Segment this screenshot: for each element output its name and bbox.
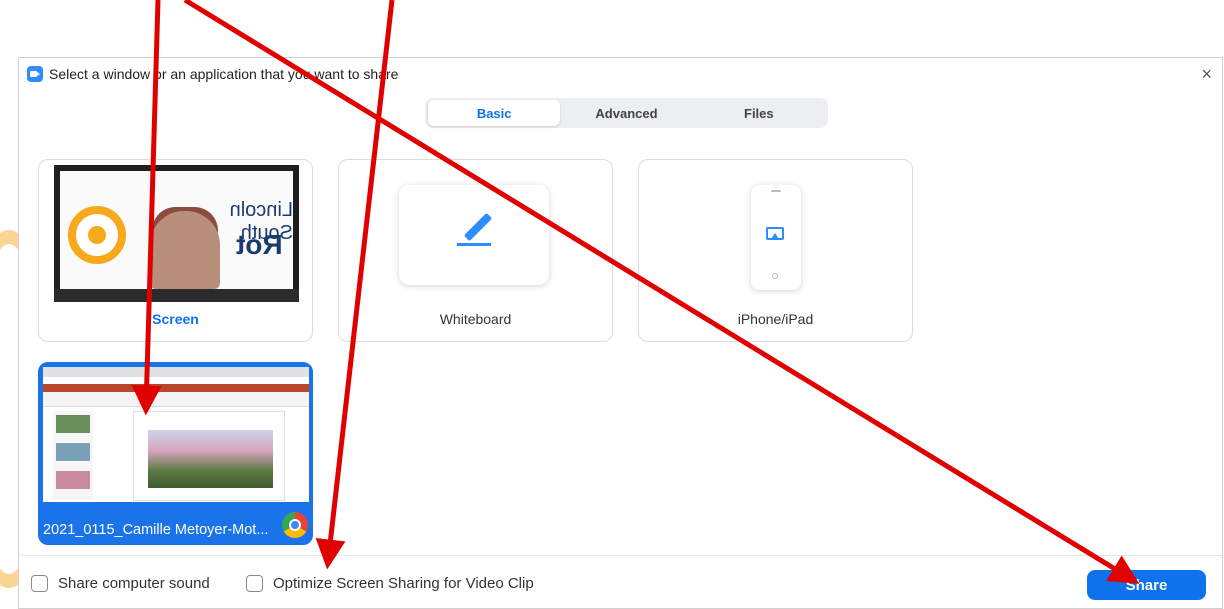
tab-basic[interactable]: Basic [428,100,561,126]
optimize-video-option[interactable]: Optimize Screen Sharing for Video Clip [246,575,534,592]
browser-tab-bar [43,367,309,377]
zoom-app-icon [27,66,43,82]
optimize-video-label: Optimize Screen Sharing for Video Clip [273,575,534,592]
iphone-ipad-label: iPhone/iPad [737,311,814,327]
thumbnail-text-line2: Rot [236,229,283,260]
phone-home-button [772,273,778,279]
share-button[interactable]: Share [1087,570,1206,600]
participant-video [150,211,220,289]
screen-thumbnail: Lincoln South Rot [54,165,299,302]
tab-files[interactable]: Files [693,100,825,126]
slide-thumb [56,443,90,461]
phone-device [751,185,801,290]
pen-stroke-line [457,243,491,246]
tab-advanced[interactable]: Advanced [560,100,692,126]
share-option-window-chrome[interactable]: 2021_0115_Camille Metoyer-Mot... [38,362,313,545]
share-option-whiteboard[interactable]: Whiteboard [338,159,613,342]
slide-photo [148,430,273,488]
powerpoint-header [43,384,309,392]
thumbnail-taskbar [54,289,299,302]
airplay-icon [766,227,784,240]
window-thumbnail [43,367,309,502]
screen-thumbnail-content: Lincoln South Rot [60,171,293,289]
share-sound-checkbox[interactable] [31,575,48,592]
slide-thumb [56,415,90,433]
slide-thumbnails [53,411,93,499]
slide-thumb [56,471,90,489]
footer-divider [19,555,1222,556]
share-computer-sound-option[interactable]: Share computer sound [31,575,210,592]
whiteboard-label: Whiteboard [439,311,512,327]
dialog-title: Select a window or an application that y… [49,66,399,82]
dialog-titlebar: Select a window or an application that y… [19,58,1222,90]
share-sound-label: Share computer sound [58,575,210,592]
pen-icon [463,212,493,242]
share-tabs: Basic Advanced Files [425,98,828,128]
share-option-iphone-ipad[interactable]: iPhone/iPad [638,159,913,342]
window-label: 2021_0115_Camille Metoyer-Mot... [43,522,269,538]
share-dialog: Select a window or an application that y… [18,57,1223,609]
whiteboard-card [399,185,549,285]
screen-label: Screen [152,311,199,327]
share-option-screen[interactable]: Lincoln South Rot Screen [38,159,313,342]
powerpoint-ribbon [43,392,309,407]
chrome-icon [282,512,308,538]
optimize-video-checkbox[interactable] [246,575,263,592]
phone-speaker [771,190,781,192]
close-icon[interactable]: × [1201,64,1212,85]
rotary-logo-icon [68,206,126,264]
